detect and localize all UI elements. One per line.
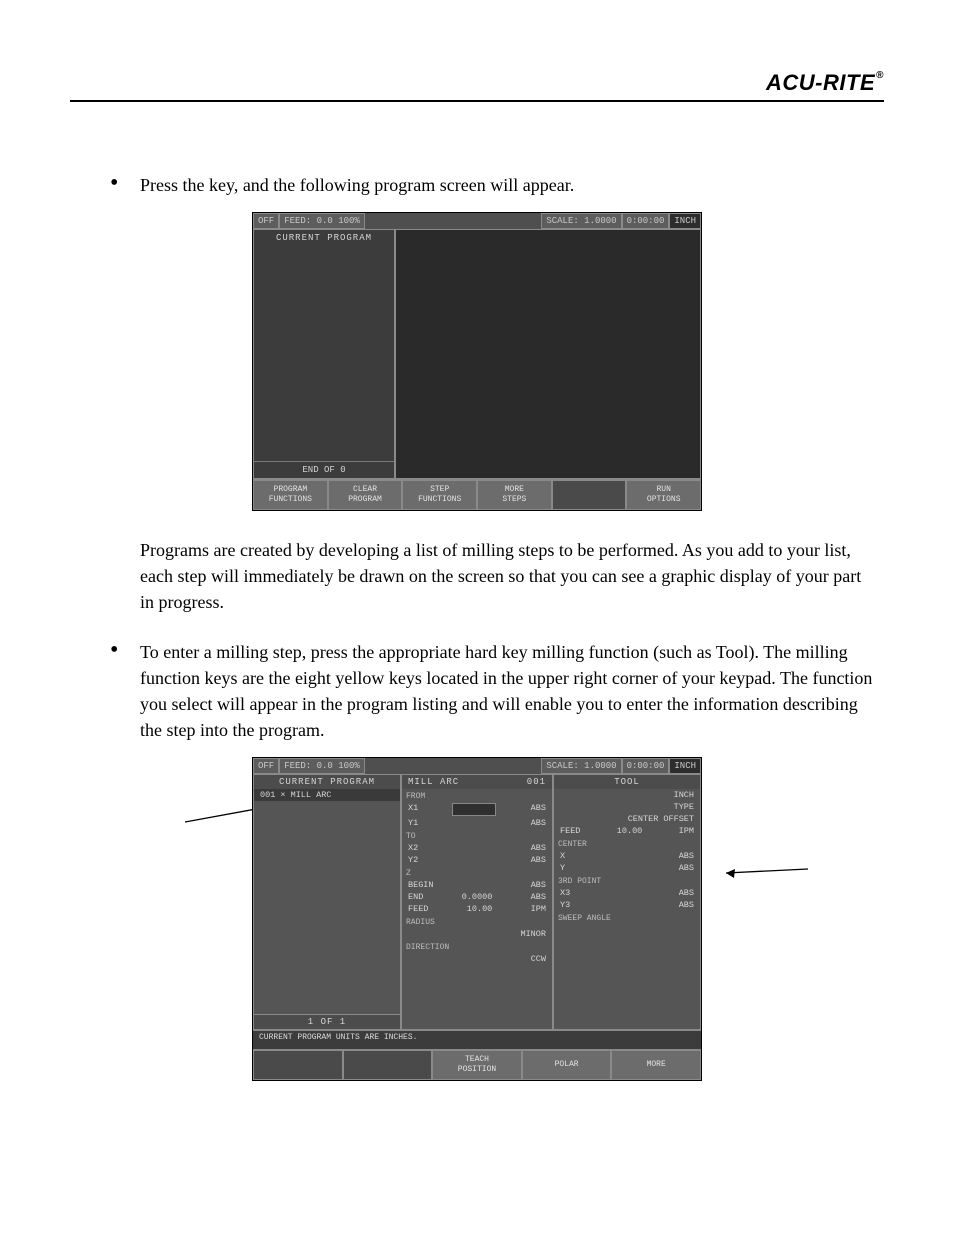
bullet-text-1: Press the key, and the following program…: [140, 172, 884, 198]
field-begin[interactable]: BEGINABS: [402, 879, 552, 891]
field-x1[interactable]: X1ABS: [402, 802, 552, 817]
field-y2[interactable]: Y2ABS: [402, 854, 552, 866]
screenshot-2-wrap: OFF FEED: 0.0 100% SCALE: 1.0000 0:00:00…: [70, 757, 884, 1081]
field-center-y[interactable]: YABS: [554, 862, 700, 874]
softkey-empty-2: [343, 1050, 433, 1080]
softkey-empty: [552, 480, 627, 510]
left-panel-title: CURRENT PROGRAM: [254, 230, 394, 246]
brand-reg: ®: [876, 70, 884, 81]
status-time: 0:00:00: [622, 213, 670, 229]
program-list-title: CURRENT PROGRAM: [254, 775, 400, 789]
group-to: TO: [402, 831, 552, 842]
softkey-teach-position[interactable]: TEACH POSITION: [432, 1050, 522, 1080]
field-end[interactable]: END0.0000ABS: [402, 891, 552, 903]
page-header: ACU-RITE®: [70, 70, 884, 102]
field-tool-feed[interactable]: FEED10.00IPM: [554, 825, 700, 837]
field-direction[interactable]: CCW: [402, 953, 552, 965]
status-feed: FEED: 0.0 100%: [279, 758, 365, 774]
preview-area: [395, 229, 701, 479]
message-bar: CURRENT PROGRAM UNITS ARE INCHES.: [253, 1030, 701, 1049]
softkey-polar[interactable]: POLAR: [522, 1050, 612, 1080]
paragraph-1: Programs are created by developing a lis…: [140, 537, 874, 615]
softkey-more-steps[interactable]: MORE STEPS: [477, 480, 552, 510]
group-direction: DIRECTION: [402, 942, 552, 953]
mill-arc-title: MILL ARC 001: [402, 775, 552, 789]
status-scale: SCALE: 1.0000: [541, 213, 621, 229]
group-radius: RADIUS: [402, 917, 552, 928]
field-tool-offset: CENTER OFFSET: [554, 813, 700, 825]
bullet-item-2: • To enter a milling step, press the app…: [110, 639, 884, 743]
mill-arc-panel: MILL ARC 001 FROM X1ABS Y1ABS TO X2ABS Y…: [401, 774, 553, 1030]
status-unit: INCH: [669, 758, 701, 774]
tool-title: TOOL: [554, 775, 700, 789]
group-from: FROM: [402, 791, 552, 802]
status-feed: FEED: 0.0 100%: [279, 213, 365, 229]
brand-logo: ACU-RITE®: [766, 70, 884, 96]
softkey-clear-program[interactable]: CLEAR PROGRAM: [328, 480, 403, 510]
field-y1[interactable]: Y1ABS: [402, 817, 552, 829]
screenshot-2: OFF FEED: 0.0 100% SCALE: 1.0000 0:00:00…: [252, 757, 702, 1081]
field-x3[interactable]: X3ABS: [554, 887, 700, 899]
program-list-panel: CURRENT PROGRAM 001 × MILL ARC 1 OF 1: [253, 774, 401, 1030]
field-y3[interactable]: Y3ABS: [554, 899, 700, 911]
status-bar: OFF FEED: 0.0 100% SCALE: 1.0000 0:00:00…: [253, 213, 701, 229]
softkey-more[interactable]: MORE: [611, 1050, 701, 1080]
group-sweep: SWEEP ANGLE: [554, 913, 700, 924]
softkey-empty-1: [253, 1050, 343, 1080]
field-x2[interactable]: X2ABS: [402, 842, 552, 854]
group-center: CENTER: [554, 839, 700, 850]
brand-text: ACU-RITE: [766, 70, 875, 95]
screenshot-1: OFF FEED: 0.0 100% SCALE: 1.0000 0:00:00…: [252, 212, 702, 511]
status-off: OFF: [253, 758, 279, 774]
group-z: Z: [402, 868, 552, 879]
bullet-dot: •: [110, 639, 140, 743]
softkey-row-2: TEACH POSITION POLAR MORE: [253, 1049, 701, 1080]
status-time: 0:00:00: [622, 758, 670, 774]
softkey-program-functions[interactable]: PROGRAM FUNCTIONS: [253, 480, 328, 510]
softkey-row: PROGRAM FUNCTIONS CLEAR PROGRAM STEP FUN…: [253, 479, 701, 510]
bullet-text-2: To enter a milling step, press the appro…: [140, 639, 884, 743]
group-third-point: 3RD POINT: [554, 876, 700, 887]
softkey-step-functions[interactable]: STEP FUNCTIONS: [402, 480, 477, 510]
field-tool-inch: INCH: [554, 789, 700, 801]
softkey-run-options[interactable]: RUN OPTIONS: [626, 480, 701, 510]
screenshot-1-wrap: OFF FEED: 0.0 100% SCALE: 1.0000 0:00:00…: [70, 212, 884, 511]
status-scale: SCALE: 1.0000: [541, 758, 621, 774]
status-unit: INCH: [669, 213, 701, 229]
program-item-1[interactable]: 001 × MILL ARC: [254, 789, 400, 801]
program-list-footer: 1 OF 1: [254, 1014, 400, 1029]
tool-panel: TOOL INCH TYPE CENTER OFFSET FEED10.00IP…: [553, 774, 701, 1030]
field-radius[interactable]: MINOR: [402, 928, 552, 940]
callout-arrow-right: [720, 865, 810, 885]
field-tool-type: TYPE: [554, 801, 700, 813]
field-center-x[interactable]: XABS: [554, 850, 700, 862]
status-bar: OFF FEED: 0.0 100% SCALE: 1.0000 0:00:00…: [253, 758, 701, 774]
bullet-dot: •: [110, 172, 140, 198]
field-feed-mid[interactable]: FEED10.00IPM: [402, 903, 552, 915]
end-of-list: END OF 0: [254, 461, 394, 478]
bullet-item-1: • Press the key, and the following progr…: [110, 172, 884, 198]
left-panel: CURRENT PROGRAM END OF 0: [253, 229, 395, 479]
status-off: OFF: [253, 213, 279, 229]
